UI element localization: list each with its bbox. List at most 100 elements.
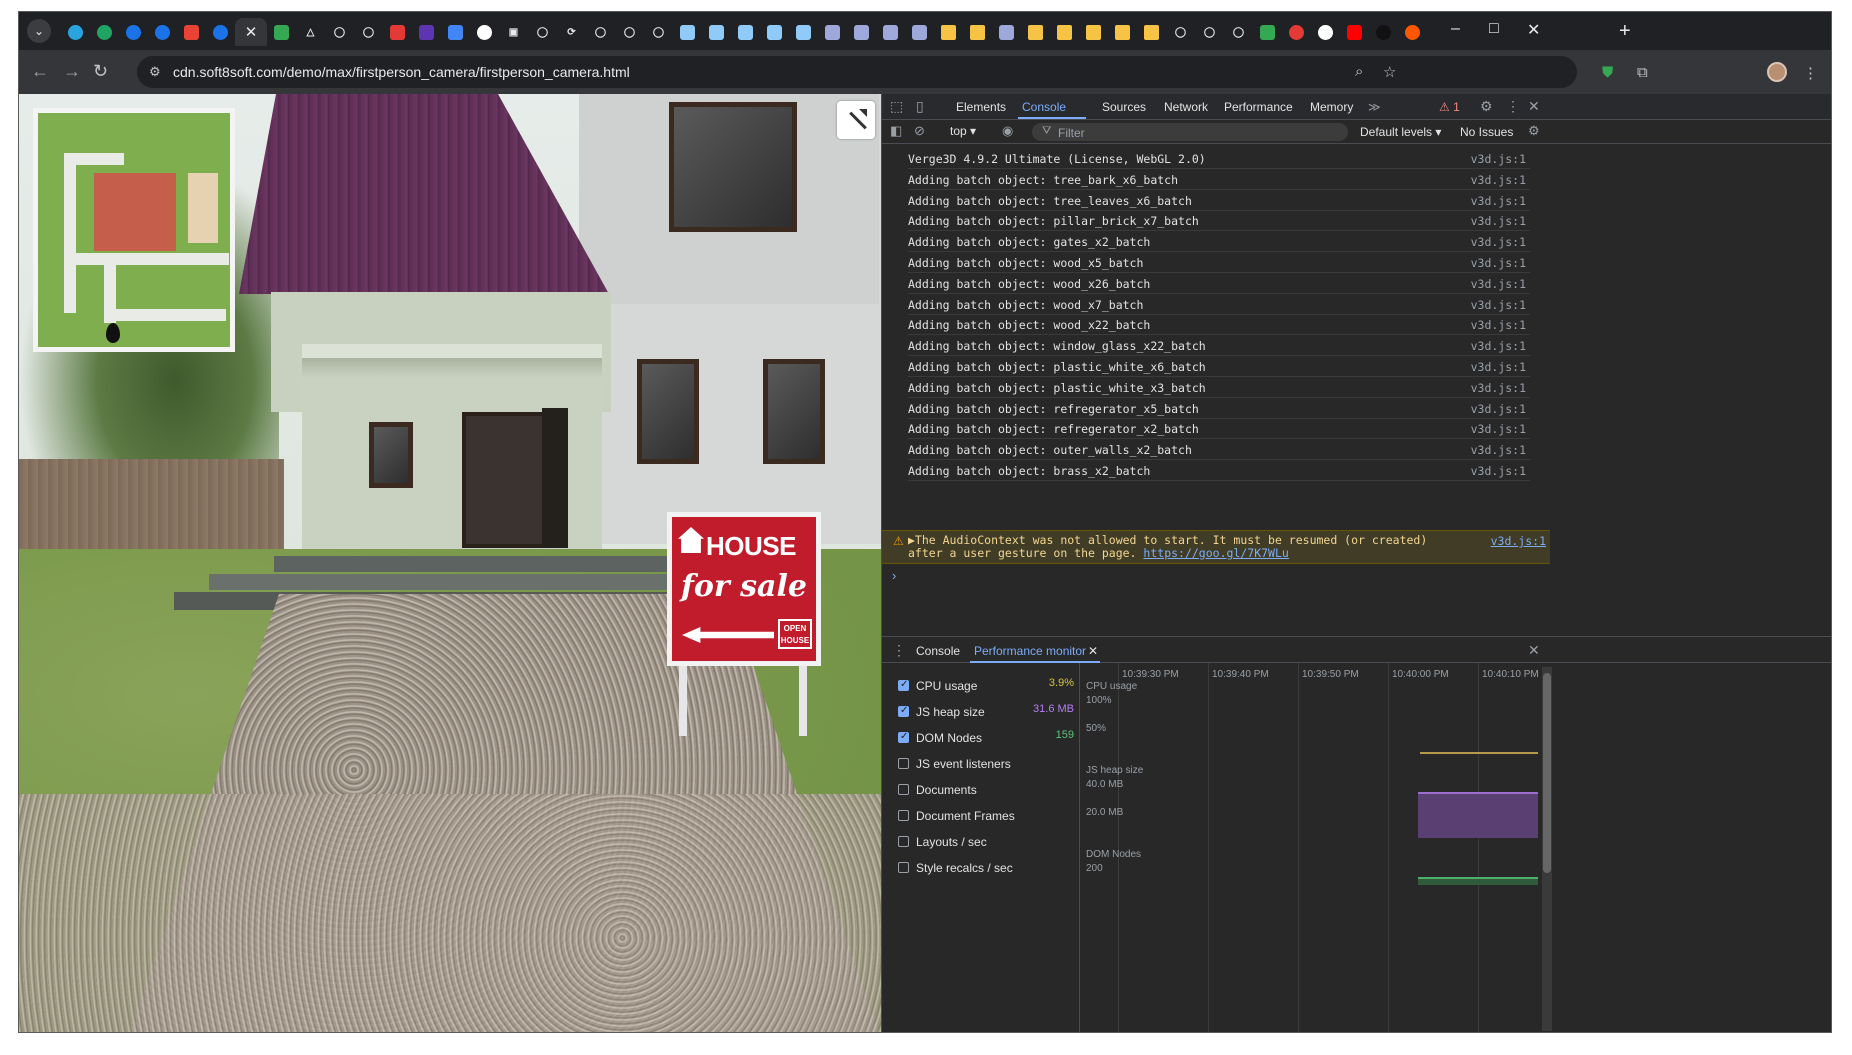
issues-button[interactable]: No Issues [1460, 125, 1513, 139]
log-source-link[interactable]: v3d.js:1 [1471, 298, 1526, 312]
browser-tab[interactable] [905, 18, 934, 46]
browser-tab[interactable] [1137, 18, 1166, 46]
browser-tab[interactable] [673, 18, 702, 46]
console-log-row[interactable]: Adding batch object: gates_x2_batch v3d.j… [908, 231, 1530, 253]
metric-checkbox[interactable] [898, 810, 909, 821]
metric-row[interactable]: JS heap size 31.6 MB [898, 703, 1074, 723]
browser-tab[interactable] [1340, 18, 1369, 46]
metric-checkbox[interactable] [898, 836, 909, 847]
metric-row[interactable]: Document Frames [898, 807, 1074, 827]
log-source-link[interactable]: v3d.js:1 [1471, 422, 1526, 436]
reload-icon[interactable]: ↻ [93, 61, 108, 82]
extensions-icon[interactable]: ⧉ [1637, 64, 1648, 81]
browser-tab[interactable] [1369, 18, 1398, 46]
log-source-link[interactable]: v3d.js:1 [1471, 214, 1526, 228]
metric-checkbox[interactable] [898, 731, 909, 743]
metric-checkbox[interactable] [898, 679, 909, 691]
browser-tab[interactable] [206, 18, 235, 46]
settings-gear-icon[interactable]: ⚙ [1480, 98, 1493, 115]
browser-tab[interactable] [934, 18, 963, 46]
console-log-row[interactable]: Adding batch object: brass_x2_batch v3d.j… [908, 460, 1530, 481]
sidebar-toggle-icon[interactable]: ◧ [890, 123, 902, 139]
log-source-link[interactable]: v3d.js:1 [1471, 277, 1526, 291]
tab-search-button[interactable]: ⌄ [27, 19, 51, 43]
tab-memory[interactable]: Memory [1310, 100, 1353, 114]
browser-tab[interactable]: ◯ [1195, 18, 1224, 46]
tab-performance[interactable]: Performance [1224, 100, 1293, 114]
drawer-tab-performance-monitor[interactable]: Performance monitor [974, 644, 1086, 658]
metric-row[interactable]: Layouts / sec [898, 833, 1074, 853]
avatar[interactable] [1767, 62, 1787, 82]
console-log-row[interactable]: Adding batch object: wood_x22_batch v3d.j… [908, 314, 1530, 336]
console-log-row[interactable]: Verge3D 4.9.2 Ultimate (License, WebGL 2… [908, 148, 1530, 169]
console-prompt[interactable]: › [892, 568, 896, 583]
log-source-link[interactable]: v3d.js:1 [1471, 235, 1526, 249]
shield-extension-icon[interactable]: ⛊ [1602, 64, 1613, 81]
browser-tab[interactable] [760, 18, 789, 46]
browser-tab[interactable]: ◯ [615, 18, 644, 46]
maximize-button[interactable]: □ [1489, 20, 1499, 38]
console-log-row[interactable]: Adding batch object: wood_x5_batch v3d.js… [908, 252, 1530, 273]
log-source-link[interactable]: v3d.js:1 [1471, 381, 1526, 395]
console-log-row[interactable]: Adding batch object: window_glass_x22_ba… [908, 335, 1530, 357]
log-source-link[interactable]: v3d.js:1 [1471, 464, 1526, 478]
console-filter-input[interactable]: ⛛ Filter [1032, 123, 1348, 141]
browser-tab[interactable] [1108, 18, 1137, 46]
browser-tab[interactable] [441, 18, 470, 46]
inspect-element-icon[interactable]: ⬚ [890, 98, 903, 115]
warning-badge[interactable]: ⚠ 1 [1439, 100, 1460, 114]
console-log-row[interactable]: Adding batch object: refregerator_x2_bat… [908, 418, 1530, 440]
log-source-link[interactable]: v3d.js:1 [1471, 339, 1526, 353]
console-log-row[interactable]: Adding batch object: tree_bark_x6_batch v… [908, 169, 1530, 190]
context-selector[interactable]: top ▾ [950, 124, 976, 138]
active-tab[interactable]: ✕ [235, 18, 267, 46]
console-warning-row[interactable]: ⚠ ▶The AudioContext was not allowed to s… [882, 530, 1550, 564]
console-log-row[interactable]: Adding batch object: outer_walls_x2_batc… [908, 439, 1530, 461]
bookmark-star-icon[interactable]: ☆ [1383, 63, 1396, 81]
browser-tab[interactable]: ◯ [644, 18, 673, 46]
metric-row[interactable]: Style recalcs / sec [898, 859, 1074, 879]
console-log-row[interactable]: Adding batch object: plastic_white_x6_ba… [908, 356, 1530, 377]
browser-tab[interactable] [992, 18, 1021, 46]
url-text[interactable]: cdn.soft8soft.com/demo/max/firstperson_c… [173, 64, 630, 80]
close-drawer-icon[interactable]: ✕ [1528, 642, 1540, 659]
browser-tab[interactable] [1079, 18, 1108, 46]
tab-network[interactable]: Network [1164, 100, 1208, 114]
console-log-row[interactable]: Adding batch object: plastic_white_x3_ba… [908, 377, 1530, 398]
log-source-link[interactable]: v3d.js:1 [1471, 443, 1526, 457]
browser-tab[interactable]: △ [296, 18, 325, 46]
log-source-link[interactable]: v3d.js:1 [1471, 256, 1526, 270]
console-log-row[interactable]: Adding batch object: wood_x26_batch v3d.j… [908, 273, 1530, 294]
log-levels-dropdown[interactable]: Default levels ▾ [1360, 125, 1441, 139]
browser-tab[interactable]: ◯ [325, 18, 354, 46]
browser-tab[interactable]: ◯ [1224, 18, 1253, 46]
tab-sources[interactable]: Sources [1102, 100, 1146, 114]
browser-tab[interactable] [90, 18, 119, 46]
browser-tab[interactable] [731, 18, 760, 46]
log-source-link[interactable]: v3d.js:1 [1471, 402, 1526, 416]
new-tab-button[interactable]: + [1619, 21, 1631, 41]
browser-tab[interactable] [383, 18, 412, 46]
browser-tab[interactable] [789, 18, 818, 46]
metric-checkbox[interactable] [898, 758, 909, 769]
browser-tab[interactable] [876, 18, 905, 46]
site-info-icon[interactable]: ⚙ [149, 64, 161, 80]
console-settings-icon[interactable]: ⚙ [1528, 123, 1540, 139]
browser-tab[interactable]: ◯ [528, 18, 557, 46]
browser-tab[interactable] [177, 18, 206, 46]
browser-tab[interactable] [702, 18, 731, 46]
browser-tab[interactable] [267, 18, 296, 46]
browser-tab[interactable] [470, 18, 499, 46]
browser-tab[interactable] [148, 18, 177, 46]
drawer-tab-console[interactable]: Console [916, 644, 960, 658]
log-source-link[interactable]: v3d.js:1 [1471, 318, 1526, 332]
browser-tab[interactable]: ▣ [499, 18, 528, 46]
warning-link[interactable]: https://goo.gl/7K7WLu [1143, 546, 1288, 560]
browser-tab[interactable] [412, 18, 441, 46]
browser-tab[interactable] [963, 18, 992, 46]
clear-console-icon[interactable]: ⊘ [914, 123, 925, 139]
warning-source-link[interactable]: v3d.js:1 [1491, 534, 1546, 548]
more-tabs-icon[interactable]: ≫ [1368, 100, 1381, 114]
device-toolbar-icon[interactable]: ▯ [916, 98, 924, 115]
log-source-link[interactable]: v3d.js:1 [1471, 194, 1526, 208]
